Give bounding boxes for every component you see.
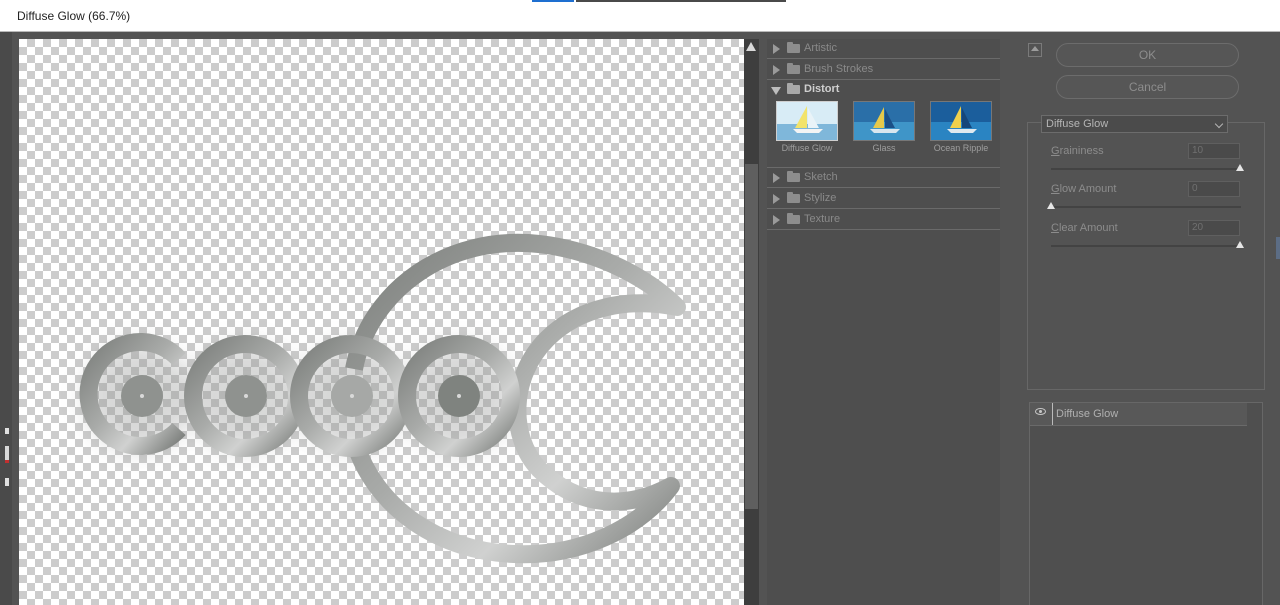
thumbnail-diffuse-glow[interactable]: Diffuse Glow [776, 101, 838, 157]
category-distort[interactable]: Distort [767, 80, 1000, 100]
collapse-triangle-icon [771, 87, 781, 95]
expand-triangle-icon [773, 215, 780, 225]
clear-amount-slider-handle[interactable] [1236, 241, 1244, 248]
thumbnail-ocean-ripple[interactable]: Ocean Ripple [930, 101, 992, 157]
folder-icon [787, 213, 800, 224]
graininess-input[interactable]: 10 [1188, 143, 1240, 159]
clear-amount-track[interactable] [1051, 245, 1241, 247]
scroll-thumb[interactable] [745, 164, 758, 509]
title-bar: Diffuse Glow (66.7%) [0, 0, 1280, 32]
edge-marker [5, 446, 9, 463]
expand-triangle-icon [773, 44, 780, 54]
thumbnail-image [776, 101, 838, 141]
sailboat-thumbnail [931, 102, 991, 140]
filter-gallery: Artistic Brush Strokes Distort Diffuse G… [767, 39, 1000, 605]
expand-triangle-icon [773, 65, 780, 75]
effect-layer-label: Diffuse Glow [1056, 408, 1119, 420]
logo-artwork [79, 233, 686, 564]
glow-amount-slider-handle[interactable] [1047, 202, 1055, 209]
category-label: Stylize [804, 192, 837, 204]
thumbnail-image [930, 101, 992, 141]
collapse-icon[interactable] [1028, 43, 1042, 57]
title-accent-dark [576, 0, 786, 2]
chevron-down-icon [1214, 119, 1224, 129]
graininess-label: Graininess [1051, 145, 1104, 157]
category-stylize[interactable]: Stylize [767, 189, 1000, 209]
thumbnail-label: Diffuse Glow [781, 143, 833, 153]
folder-icon [787, 83, 800, 94]
clear-amount-input[interactable]: 20 [1188, 220, 1240, 236]
edge-marker [5, 428, 9, 434]
category-label: Distort [804, 83, 840, 95]
filter-select-value: Diffuse Glow [1046, 118, 1109, 130]
category-label: Texture [804, 213, 841, 225]
graininess-track[interactable] [1051, 168, 1241, 170]
sailboat-thumbnail [777, 102, 837, 140]
thumbnail-glass[interactable]: Glass [853, 101, 915, 157]
clear-amount-label: Clear Amount [1051, 222, 1118, 234]
folder-icon [787, 171, 800, 182]
folder-icon [787, 63, 800, 74]
graininess-slider-handle[interactable] [1236, 164, 1244, 171]
scroll-up-arrow-icon[interactable] [746, 42, 756, 51]
eye-icon[interactable] [1035, 408, 1046, 415]
glow-amount-input[interactable]: 0 [1188, 181, 1240, 197]
window-title: Diffuse Glow (66.7%) [17, 9, 131, 23]
sailboat-thumbnail [854, 102, 914, 140]
distort-thumbnails: Diffuse Glow Glass Ocean Ripple [767, 99, 1000, 168]
folder-icon [787, 42, 800, 53]
expand-triangle-icon [773, 173, 780, 183]
edge-marker [5, 478, 9, 486]
left-edge-strip [0, 32, 12, 605]
glow-amount-track[interactable] [1051, 206, 1241, 208]
glow-amount-label: Glow Amount [1051, 183, 1117, 195]
folder-icon [787, 192, 800, 203]
category-label: Artistic [804, 42, 837, 54]
category-sketch[interactable]: Sketch [767, 168, 1000, 188]
filter-select[interactable]: Diffuse Glow [1041, 115, 1228, 133]
preview-canvas[interactable] [19, 39, 744, 605]
preview-scrollbar[interactable] [744, 39, 759, 605]
thumbnail-label: Ocean Ripple [933, 143, 989, 153]
expand-triangle-icon [773, 194, 780, 204]
category-brush-strokes[interactable]: Brush Strokes [767, 60, 1000, 80]
cancel-button[interactable]: Cancel [1056, 75, 1239, 99]
title-accent [532, 0, 574, 2]
category-texture[interactable]: Texture [767, 210, 1000, 230]
layer-divider [1052, 403, 1053, 425]
thumbnail-label: Glass [872, 143, 896, 153]
thumbnail-image [853, 101, 915, 141]
category-artistic[interactable]: Artistic [767, 39, 1000, 59]
filter-settings-box [1027, 122, 1265, 390]
ok-button[interactable]: OK [1056, 43, 1239, 67]
category-label: Sketch [804, 171, 838, 183]
side-accent [1276, 237, 1280, 259]
effect-layers-panel [1029, 402, 1263, 605]
category-label: Brush Strokes [804, 63, 874, 75]
